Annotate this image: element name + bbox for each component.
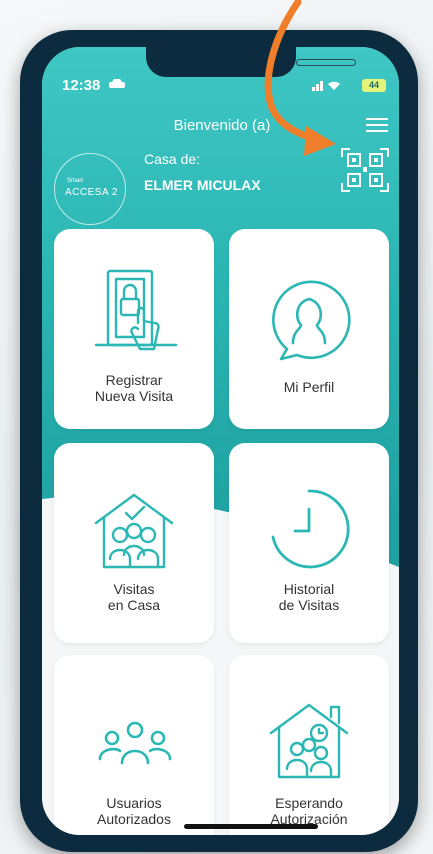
visit-history-card[interactable]: Historial de Visitas (229, 443, 389, 643)
register-visit-label: Registrar Nueva Visita (94, 372, 174, 404)
annotation-arrow-icon (264, 0, 336, 156)
visitors-home-card[interactable]: Visitas en Casa (54, 443, 214, 643)
profile-label: Mi Perfil (283, 379, 335, 395)
pending-authorization-label: Esperando Autorización (270, 795, 348, 827)
pending-authorization-card[interactable]: Esperando Autorización (229, 655, 389, 835)
profile-icon (272, 280, 351, 361)
authorized-users-card[interactable]: Usuarios Autorizados (54, 655, 214, 835)
users-icon (98, 721, 172, 765)
clock-icon (271, 489, 350, 569)
door-hand-icon (94, 269, 178, 351)
visit-history-label: Historial de Visitas (278, 581, 340, 613)
authorized-users-label: Usuarios Autorizados (97, 795, 171, 827)
profile-card[interactable]: Mi Perfil (229, 229, 389, 429)
house-visitors-icon (94, 493, 174, 569)
house-waiting-icon (269, 703, 349, 779)
visitors-home-label: Visitas en Casa (107, 581, 161, 613)
home-indicator[interactable] (184, 824, 318, 829)
register-visit-card[interactable]: Registrar Nueva Visita (54, 229, 214, 429)
